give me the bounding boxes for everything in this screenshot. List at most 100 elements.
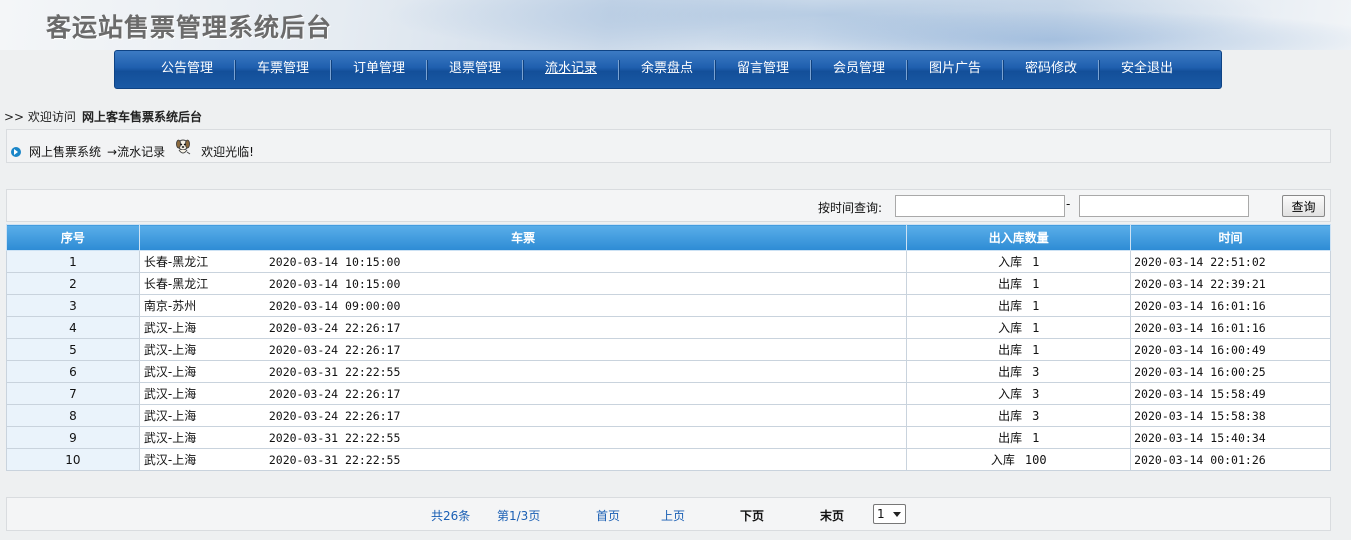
cell-quantity: 出库 3 bbox=[906, 404, 1132, 427]
quantity-type: 出库 bbox=[998, 299, 1023, 313]
ticket-route: 武汉-上海 bbox=[143, 453, 197, 467]
page-info: 第1/3页 bbox=[497, 509, 541, 523]
cell-time: 2020-03-14 16:01:16 bbox=[1130, 294, 1331, 317]
cell-quantity: 入库 1 bbox=[906, 316, 1132, 339]
quantity-type: 出库 bbox=[998, 431, 1023, 445]
cell-no: 10 bbox=[6, 448, 140, 471]
cell-ticket: 武汉-上海 2020-03-24 22:26:17 bbox=[138, 338, 908, 361]
next-page-link[interactable]: 下页 bbox=[740, 507, 764, 524]
ticket-departure: 2020-03-24 22:26:17 bbox=[268, 387, 401, 401]
header-banner: 客运站售票管理系统后台 bbox=[0, 0, 1351, 50]
column-header-ticket: 车票 bbox=[138, 224, 908, 251]
page-select-value: 1 bbox=[877, 507, 885, 521]
nav-item-members[interactable]: 会员管理 bbox=[811, 51, 907, 88]
cell-no: 2 bbox=[6, 272, 140, 295]
quantity-type: 入库 bbox=[998, 387, 1023, 401]
quantity-type: 出库 bbox=[998, 277, 1023, 291]
quantity-type: 入库 bbox=[998, 255, 1023, 269]
cell-ticket: 武汉-上海 2020-03-31 22:22:55 bbox=[138, 448, 908, 471]
cell-ticket: 武汉-上海 2020-03-24 22:26:17 bbox=[138, 316, 908, 339]
ticket-route: 武汉-上海 bbox=[143, 321, 197, 335]
cell-time: 2020-03-14 15:40:34 bbox=[1130, 426, 1331, 449]
breadcrumb-panel: 网上售票系统 →流水记录 欢迎光临! bbox=[6, 129, 1331, 163]
breadcrumb-current: →流水记录 bbox=[107, 144, 166, 159]
ticket-route: 长春-黑龙江 bbox=[143, 277, 209, 291]
transaction-table: 序号 车票 出入库数量 时间 1 长春-黑龙江 2020-03-14 10:15:0… bbox=[6, 224, 1331, 471]
ticket-route: 南京-苏州 bbox=[143, 299, 197, 313]
main-nav: 公告管理 车票管理 订单管理 退票管理 流水记录 余票盘点 留言管理 会员管理 … bbox=[114, 50, 1222, 89]
cell-ticket: 武汉-上海 2020-03-31 22:22:55 bbox=[138, 426, 908, 449]
quantity-value: 1 bbox=[1032, 277, 1040, 291]
prev-page-link[interactable]: 上页 bbox=[661, 507, 685, 524]
query-button[interactable]: 查询 bbox=[1282, 195, 1325, 217]
nav-item-tickets[interactable]: 车票管理 bbox=[235, 51, 331, 88]
table-row: 4 武汉-上海 2020-03-24 22:26:17 入库 1 2020-03-14 1… bbox=[6, 316, 1331, 339]
ticket-departure: 2020-03-14 10:15:00 bbox=[268, 255, 401, 269]
nav-item-refunds[interactable]: 退票管理 bbox=[427, 51, 523, 88]
cell-time: 2020-03-14 16:00:49 bbox=[1130, 338, 1331, 361]
cell-no: 5 bbox=[6, 338, 140, 361]
welcome-line: >> 欢迎访问 网上客车售票系统后台 bbox=[4, 108, 202, 125]
search-label: 按时间查询: bbox=[818, 201, 883, 215]
total-count: 共26条 bbox=[431, 509, 471, 523]
nav-item-inventory[interactable]: 余票盘点 bbox=[619, 51, 715, 88]
cell-no: 1 bbox=[6, 250, 140, 273]
cell-time: 2020-03-14 16:00:25 bbox=[1130, 360, 1331, 383]
end-time-input[interactable] bbox=[1079, 195, 1249, 217]
cell-time: 2020-03-14 15:58:38 bbox=[1130, 404, 1331, 427]
quantity-type: 出库 bbox=[998, 409, 1023, 423]
cell-no: 8 bbox=[6, 404, 140, 427]
ticket-departure: 2020-03-31 22:22:55 bbox=[268, 365, 401, 379]
last-page-link[interactable]: 末页 bbox=[820, 507, 844, 524]
quantity-value: 3 bbox=[1032, 387, 1040, 401]
cell-quantity: 出库 3 bbox=[906, 360, 1132, 383]
cell-ticket: 南京-苏州 2020-03-14 09:00:00 bbox=[138, 294, 908, 317]
cell-quantity: 出库 1 bbox=[906, 426, 1132, 449]
start-time-input[interactable] bbox=[895, 195, 1065, 217]
nav-item-change-password[interactable]: 密码修改 bbox=[1003, 51, 1099, 88]
ticket-route: 武汉-上海 bbox=[143, 409, 197, 423]
cell-no: 9 bbox=[6, 426, 140, 449]
table-row: 2 长春-黑龙江 2020-03-14 10:15:00 出库 1 2020-03-14 … bbox=[6, 272, 1331, 295]
nav-item-transaction-log[interactable]: 流水记录 bbox=[523, 51, 619, 88]
table-row: 3 南京-苏州 2020-03-14 09:00:00 出库 1 2020-03-14 1… bbox=[6, 294, 1331, 317]
table-row: 6 武汉-上海 2020-03-31 22:22:55 出库 3 2020-03-14 1… bbox=[6, 360, 1331, 383]
nav-item-image-ads[interactable]: 图片广告 bbox=[907, 51, 1003, 88]
column-header-quantity: 出入库数量 bbox=[906, 224, 1132, 251]
quantity-type: 入库 bbox=[998, 321, 1023, 335]
cell-quantity: 入库 1 bbox=[906, 250, 1132, 273]
cell-no: 7 bbox=[6, 382, 140, 405]
nav-item-announcements[interactable]: 公告管理 bbox=[139, 51, 235, 88]
quantity-type: 入库 bbox=[990, 453, 1015, 467]
quantity-value: 1 bbox=[1032, 321, 1040, 335]
cell-ticket: 长春-黑龙江 2020-03-14 10:15:00 bbox=[138, 272, 908, 295]
page-select[interactable]: 1 bbox=[873, 504, 906, 524]
column-header-no: 序号 bbox=[6, 224, 140, 251]
quantity-value: 1 bbox=[1032, 343, 1040, 357]
ticket-departure: 2020-03-14 09:00:00 bbox=[268, 299, 401, 313]
ticket-departure: 2020-03-24 22:26:17 bbox=[268, 409, 401, 423]
cell-time: 2020-03-14 22:39:21 bbox=[1130, 272, 1331, 295]
table-row: 9 武汉-上海 2020-03-31 22:22:55 出库 1 2020-03-14 1… bbox=[6, 426, 1331, 449]
first-page-link[interactable]: 首页 bbox=[596, 507, 620, 524]
quantity-value: 3 bbox=[1032, 365, 1040, 379]
quantity-value: 1 bbox=[1032, 255, 1040, 269]
ticket-route: 武汉-上海 bbox=[143, 343, 197, 357]
nav-item-orders[interactable]: 订单管理 bbox=[331, 51, 427, 88]
nav-item-messages[interactable]: 留言管理 bbox=[715, 51, 811, 88]
cell-ticket: 武汉-上海 2020-03-24 22:26:17 bbox=[138, 404, 908, 427]
table-row: 7 武汉-上海 2020-03-24 22:26:17 入库 3 2020-03-14 1… bbox=[6, 382, 1331, 405]
quantity-value: 100 bbox=[1024, 453, 1047, 467]
chevron-down-icon bbox=[893, 512, 901, 517]
cell-ticket: 武汉-上海 2020-03-24 22:26:17 bbox=[138, 382, 908, 405]
cell-quantity: 出库 1 bbox=[906, 294, 1132, 317]
ticket-departure: 2020-03-31 22:22:55 bbox=[268, 453, 401, 467]
arrow-bullet-icon bbox=[11, 147, 21, 157]
table-row: 1 长春-黑龙江 2020-03-14 10:15:00 入库 1 2020-03-14 … bbox=[6, 250, 1331, 273]
table-row: 8 武汉-上海 2020-03-24 22:26:17 出库 3 2020-03-14 1… bbox=[6, 404, 1331, 427]
cell-quantity: 出库 1 bbox=[906, 338, 1132, 361]
nav-item-logout[interactable]: 安全退出 bbox=[1099, 51, 1195, 88]
quantity-type: 出库 bbox=[998, 365, 1023, 379]
ticket-departure: 2020-03-24 22:26:17 bbox=[268, 321, 401, 335]
cell-time: 2020-03-14 16:01:16 bbox=[1130, 316, 1331, 339]
